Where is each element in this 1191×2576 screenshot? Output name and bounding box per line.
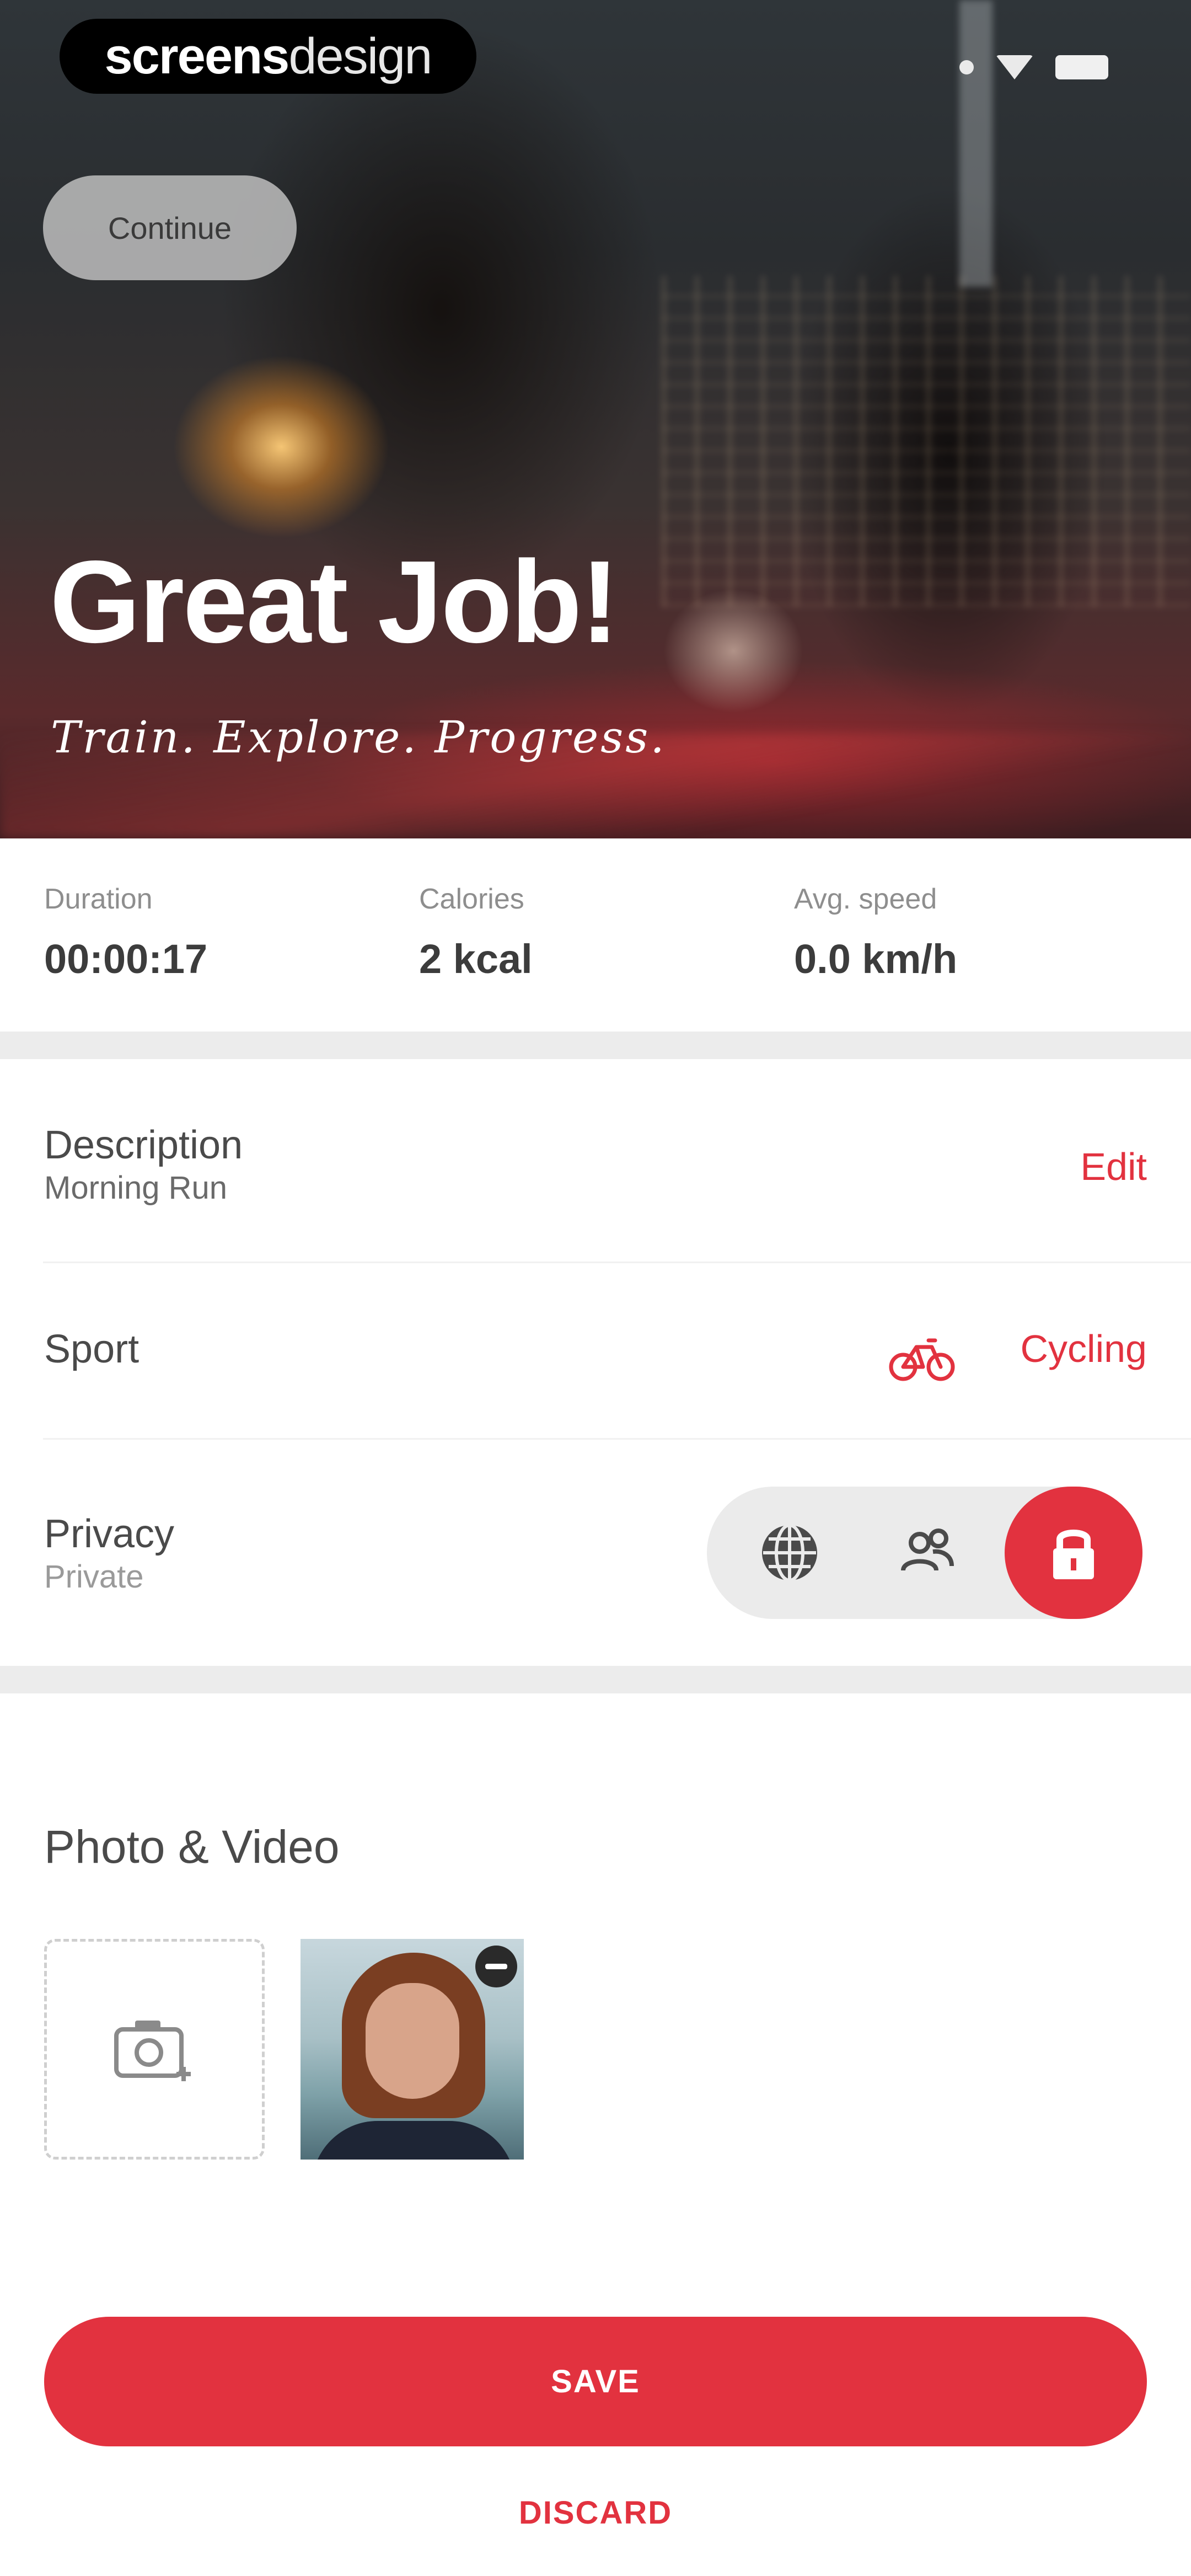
battery-icon [1055, 55, 1108, 79]
stat-value: 2 kcal [419, 936, 533, 982]
tower-silhouette [959, 0, 993, 287]
globe-icon [762, 1524, 817, 1582]
friends-icon [901, 1529, 954, 1571]
privacy-friends-option[interactable] [861, 1487, 994, 1619]
add-photo-button[interactable] [44, 1939, 265, 2160]
stat-label: Avg. speed [794, 883, 937, 915]
sport-label: Sport [44, 1327, 140, 1371]
hero-subtitle: Train. Explore. Progress. [51, 712, 667, 763]
section-divider [0, 1032, 1191, 1059]
hero-image: screens design Continue Great Job! Train.… [0, 0, 1191, 838]
signal-icon [959, 60, 974, 74]
brand-light: design [288, 28, 432, 84]
description-value: Morning Run [44, 1170, 228, 1206]
stats-bar: Duration 00:00:17 Calories 2 kcal Avg. s… [0, 838, 1191, 1032]
brand-bold: screens [104, 28, 290, 84]
wifi-icon [996, 55, 1033, 79]
portrait-body [312, 2121, 516, 2160]
privacy-value: Private [44, 1559, 144, 1595]
hero-title: Great Job! [50, 536, 619, 667]
photo-thumbnail[interactable] [301, 1939, 524, 2160]
stat-duration: Duration 00:00:17 [44, 883, 207, 982]
lock-icon [1053, 1530, 1094, 1579]
section-divider [0, 1666, 1191, 1693]
discard-button[interactable]: DISCARD [0, 2482, 1191, 2543]
description-label: Description [44, 1123, 243, 1167]
privacy-selector[interactable] [707, 1487, 1142, 1619]
stat-avg-speed: Avg. speed 0.0 km/h [794, 883, 957, 982]
stat-calories: Calories 2 kcal [419, 883, 533, 982]
description-row[interactable]: Description Morning Run Edit [0, 1059, 1191, 1263]
sport-value[interactable]: Cycling [1020, 1327, 1147, 1371]
bicycle-icon [889, 1338, 955, 1381]
status-bar [959, 55, 1108, 79]
privacy-private-option[interactable] [1005, 1487, 1142, 1619]
portrait-face [366, 1983, 459, 2099]
brand-logo: screens design [60, 19, 476, 94]
save-button[interactable]: SAVE [44, 2317, 1147, 2446]
stat-label: Duration [44, 883, 153, 915]
city-lights [662, 276, 1191, 607]
privacy-label: Privacy [44, 1512, 175, 1556]
stat-value: 0.0 km/h [794, 936, 958, 982]
privacy-public-option[interactable] [723, 1487, 856, 1619]
stat-value: 00:00:17 [44, 936, 208, 982]
activity-summary-screen: screens design Continue Great Job! Train.… [0, 0, 1191, 2576]
continue-button[interactable]: Continue [43, 175, 297, 280]
stat-label: Calories [419, 883, 524, 915]
edit-description-button[interactable]: Edit [1080, 1145, 1147, 1189]
camera-add-icon [114, 2021, 191, 2081]
remove-photo-icon[interactable] [475, 1946, 517, 1987]
sport-row[interactable]: Sport Cycling [0, 1263, 1191, 1440]
media-section-title: Photo & Video [44, 1821, 340, 1873]
